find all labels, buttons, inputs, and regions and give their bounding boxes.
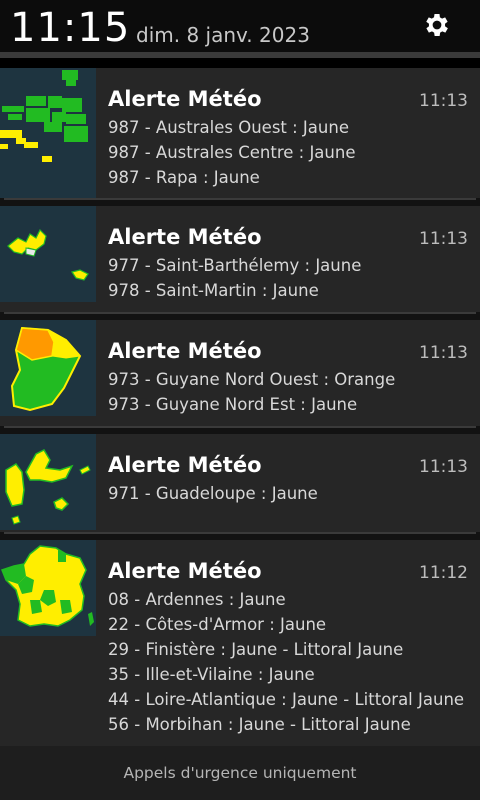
notification-time: 11:12 xyxy=(419,563,468,583)
status-divider xyxy=(0,52,480,58)
alert-line: 971 - Guadeloupe : Jaune xyxy=(108,484,318,503)
notification-title: Alerte Météo xyxy=(108,453,262,477)
alert-line: 08 - Ardennes : Jaune xyxy=(108,590,286,609)
alert-line: 977 - Saint-Barthélemy : Jaune xyxy=(108,256,362,275)
alert-line: 56 - Morbihan : Jaune - Littoral Jaune xyxy=(108,715,411,734)
map-guyane-thumbnail xyxy=(0,320,96,416)
notification-lines: 977 - Saint-Barthélemy : Jaune 978 - Sai… xyxy=(108,253,468,303)
alert-line: 973 - Guyane Nord Ouest : Orange xyxy=(108,370,396,389)
alert-line: 973 - Guyane Nord Est : Jaune xyxy=(108,395,358,414)
notification-guadeloupe[interactable]: Alerte Météo 11:13 971 - Guadeloupe : Ja… xyxy=(0,434,480,532)
notification-time: 11:13 xyxy=(419,229,468,249)
map-guadeloupe-thumbnail xyxy=(0,434,96,530)
notification-title: Alerte Météo xyxy=(108,339,262,363)
status-bar: 11:15 dim. 8 janv. 2023 xyxy=(0,0,480,52)
notification-time: 11:13 xyxy=(419,457,468,477)
notification-lines: 08 - Ardennes : Jaune 22 - Côtes-d'Armor… xyxy=(108,587,468,737)
notification-lines: 973 - Guyane Nord Ouest : Orange 973 - G… xyxy=(108,367,468,417)
map-australes-thumbnail xyxy=(0,68,96,198)
notification-time: 11:13 xyxy=(419,91,468,111)
date: dim. 8 janv. 2023 xyxy=(136,23,310,47)
notification-lines: 987 - Australes Ouest : Jaune 987 - Aust… xyxy=(108,115,468,190)
notification-title: Alerte Météo xyxy=(108,225,262,249)
alert-line: 44 - Loire-Atlantique : Jaune - Littoral… xyxy=(108,690,465,709)
notification-lines: 971 - Guadeloupe : Jaune xyxy=(108,481,468,506)
alert-line: 29 - Finistère : Jaune - Littoral Jaune xyxy=(108,640,404,659)
notification-title: Alerte Météo xyxy=(108,87,262,111)
alert-line: 987 - Australes Ouest : Jaune xyxy=(108,118,349,137)
gear-icon[interactable] xyxy=(422,10,452,40)
clock: 11:15 xyxy=(10,5,131,51)
notification-divider-line xyxy=(4,198,476,200)
notification-australes[interactable]: Alerte Météo 11:13 987 - Australes Ouest… xyxy=(0,68,480,198)
emergency-calls-label: Appels d'urgence uniquement xyxy=(123,764,357,782)
notification-france[interactable]: Alerte Météo 11:12 08 - Ardennes : Jaune… xyxy=(0,540,480,746)
alert-line: 22 - Côtes-d'Armor : Jaune xyxy=(108,615,327,634)
emergency-calls-banner: Appels d'urgence uniquement xyxy=(0,746,480,800)
notification-divider-line xyxy=(4,426,476,428)
map-saint-barthelemy-thumbnail xyxy=(0,206,96,302)
map-france-thumbnail xyxy=(0,540,96,636)
notification-divider-line xyxy=(4,532,476,534)
notification-time: 11:13 xyxy=(419,343,468,363)
notification-saint-barthelemy[interactable]: Alerte Météo 11:13 977 - Saint-Barthélem… xyxy=(0,206,480,312)
notification-divider-line xyxy=(4,312,476,314)
alert-line: 978 - Saint-Martin : Jaune xyxy=(108,281,319,300)
alert-line: 35 - Ille-et-Vilaine : Jaune xyxy=(108,665,315,684)
alert-line: 987 - Rapa : Jaune xyxy=(108,168,260,187)
notification-title: Alerte Météo xyxy=(108,559,262,583)
notification-guyane[interactable]: Alerte Météo 11:13 973 - Guyane Nord Oue… xyxy=(0,320,480,426)
alert-line: 987 - Australes Centre : Jaune xyxy=(108,143,356,162)
